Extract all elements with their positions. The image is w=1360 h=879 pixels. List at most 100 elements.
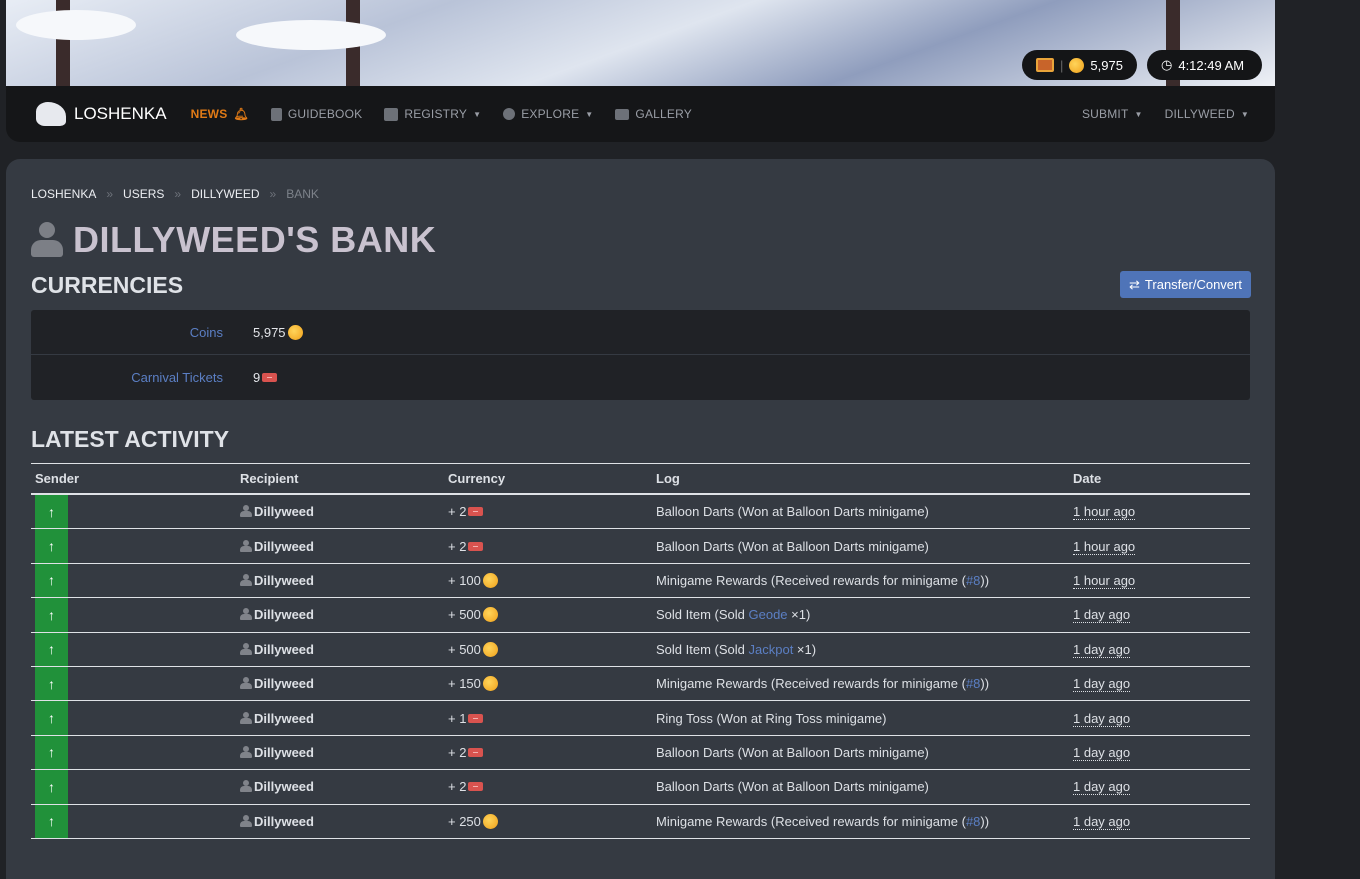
currency-amount: 9 <box>253 370 261 385</box>
divider: | <box>1060 57 1064 73</box>
recipient-cell[interactable]: Dillyweed <box>240 779 448 794</box>
user-icon <box>240 814 252 827</box>
recipient-cell[interactable]: Dillyweed <box>240 504 448 519</box>
currency-cell: + 2 <box>448 504 656 519</box>
date-text: 1 day ago <box>1073 607 1131 624</box>
coin-icon <box>1069 57 1085 73</box>
date-cell: 1 day ago <box>1073 607 1250 624</box>
table-row: ↑ Dillyweed + 150 Minigame Rewards (Rece… <box>31 666 1250 702</box>
log-link[interactable]: #8 <box>966 573 980 588</box>
recipient-name[interactable]: Dillyweed <box>254 676 314 691</box>
breadcrumb-loshenka[interactable]: LOSHENKA <box>31 187 96 201</box>
breadcrumb-users[interactable]: USERS <box>123 187 164 201</box>
breadcrumb: LOSHENKA » USERS » DILLYWEED » BANK <box>31 187 319 201</box>
log-link[interactable]: #8 <box>966 676 980 691</box>
coin-icon <box>482 572 498 588</box>
currency-cell: + 2 <box>448 539 656 554</box>
nav-explore[interactable]: EXPLORE ▼ <box>503 107 593 121</box>
coin-icon <box>482 676 498 692</box>
column-sender: Sender <box>35 471 80 486</box>
recipient-cell[interactable]: Dillyweed <box>240 607 448 622</box>
log-link[interactable]: Jackpot <box>749 642 794 657</box>
bell-icon: 🔔︎ <box>233 107 249 121</box>
arrow-up-icon: ↑ <box>35 632 68 666</box>
recipient-name[interactable]: Dillyweed <box>254 642 314 657</box>
nav-submit[interactable]: SUBMIT ▼ <box>1082 107 1143 121</box>
caret-down-icon: ▼ <box>1240 109 1249 119</box>
brand-link[interactable]: LOSHENKA <box>36 102 167 126</box>
treasure-chest-icon <box>1036 58 1054 72</box>
log-link[interactable]: Geode <box>749 607 788 622</box>
log-text: Balloon Darts (Won at Balloon Darts mini… <box>656 744 929 760</box>
nav-guidebook[interactable]: GUIDEBOOK <box>270 107 363 121</box>
user-icon <box>240 573 252 586</box>
arrow-up-icon: ↑ <box>35 804 68 838</box>
date-cell: 1 hour ago <box>1073 572 1250 589</box>
arrow-up-icon: ↑ <box>35 529 68 563</box>
date-text: 1 hour ago <box>1073 572 1136 589</box>
breadcrumb-current: BANK <box>286 187 319 201</box>
recipient-cell[interactable]: Dillyweed <box>240 676 448 691</box>
currency-name[interactable]: Carnival Tickets <box>31 370 223 385</box>
recipient-name[interactable]: Dillyweed <box>254 573 314 588</box>
recipient-cell[interactable]: Dillyweed <box>240 711 448 726</box>
sender-cell: ↑ <box>31 666 240 701</box>
nav-user-label: DILLYWEED <box>1164 107 1235 121</box>
sender-cell: ↑ <box>31 701 240 735</box>
currency-row: Carnival Tickets 9 <box>31 355 1250 400</box>
log-text: Balloon Darts (Won at Balloon Darts mini… <box>656 538 929 554</box>
currency-cell: + 2 <box>448 745 656 760</box>
date-text: 1 day ago <box>1073 641 1131 658</box>
log-text-end: )) <box>980 572 990 588</box>
recipient-name[interactable]: Dillyweed <box>254 711 314 726</box>
sender-cell: ↑ <box>31 563 240 598</box>
breadcrumb-user[interactable]: DILLYWEED <box>191 187 259 201</box>
header-banner: | 5,975 ◷ 4:12:49 AM <box>6 0 1275 86</box>
recipient-name[interactable]: Dillyweed <box>254 504 314 519</box>
amount: + 500 <box>448 641 481 657</box>
recipient-name[interactable]: Dillyweed <box>254 779 314 794</box>
amount: + 1 <box>448 710 467 726</box>
coin-icon <box>482 607 498 623</box>
nav-user-menu[interactable]: DILLYWEED ▼ <box>1165 107 1249 121</box>
log-cell: Balloon Darts (Won at Balloon Darts mini… <box>656 745 1073 760</box>
date-text: 1 hour ago <box>1073 538 1136 555</box>
currency-cell: + 500 <box>448 641 656 657</box>
recipient-cell[interactable]: Dillyweed <box>240 642 448 657</box>
recipient-name[interactable]: Dillyweed <box>254 607 314 622</box>
currency-name[interactable]: Coins <box>31 325 223 340</box>
recipient-cell[interactable]: Dillyweed <box>240 814 448 829</box>
currency-cell: + 500 <box>448 607 656 623</box>
snow-decoration <box>16 10 136 40</box>
activity-table: Sender Recipient Currency Log Date ↑ Dil… <box>31 463 1250 839</box>
clock-icon: ◷ <box>1161 57 1173 72</box>
nav-news[interactable]: NEWS 🔔︎ <box>191 107 249 121</box>
log-link[interactable]: #8 <box>966 814 980 829</box>
log-cell: Balloon Darts (Won at Balloon Darts mini… <box>656 539 1073 554</box>
currency-pill[interactable]: | 5,975 <box>1022 50 1137 80</box>
ticket-icon <box>468 507 484 517</box>
recipient-name[interactable]: Dillyweed <box>254 745 314 760</box>
log-cell: Minigame Rewards (Received rewards for m… <box>656 676 1073 691</box>
ticket-icon <box>468 747 484 757</box>
ticket-icon <box>468 541 484 551</box>
nav-guidebook-label: GUIDEBOOK <box>287 107 363 121</box>
arrow-up-icon: ↑ <box>35 563 68 598</box>
nav-gallery[interactable]: GALLERY <box>615 107 692 121</box>
recipient-cell[interactable]: Dillyweed <box>240 573 448 588</box>
currency-cell: + 1 <box>448 711 656 726</box>
recipient-name[interactable]: Dillyweed <box>254 539 314 554</box>
nav-registry-label: REGISTRY <box>404 107 468 121</box>
log-text-end: ×1) <box>787 607 811 623</box>
recipient-cell[interactable]: Dillyweed <box>240 539 448 554</box>
currency-value: 9 <box>253 370 278 385</box>
recipient-name[interactable]: Dillyweed <box>254 814 314 829</box>
transfer-convert-button[interactable]: ⇄ Transfer/Convert <box>1120 271 1251 298</box>
date-text: 1 day ago <box>1073 779 1131 796</box>
page-title-text: DILLYWEED'S BANK <box>73 219 437 260</box>
date-text: 1 day ago <box>1073 710 1131 727</box>
nav-registry[interactable]: REGISTRY ▼ <box>384 107 481 121</box>
recipient-cell[interactable]: Dillyweed <box>240 745 448 760</box>
user-icon <box>240 505 252 518</box>
currency-cell: + 150 <box>448 676 656 692</box>
